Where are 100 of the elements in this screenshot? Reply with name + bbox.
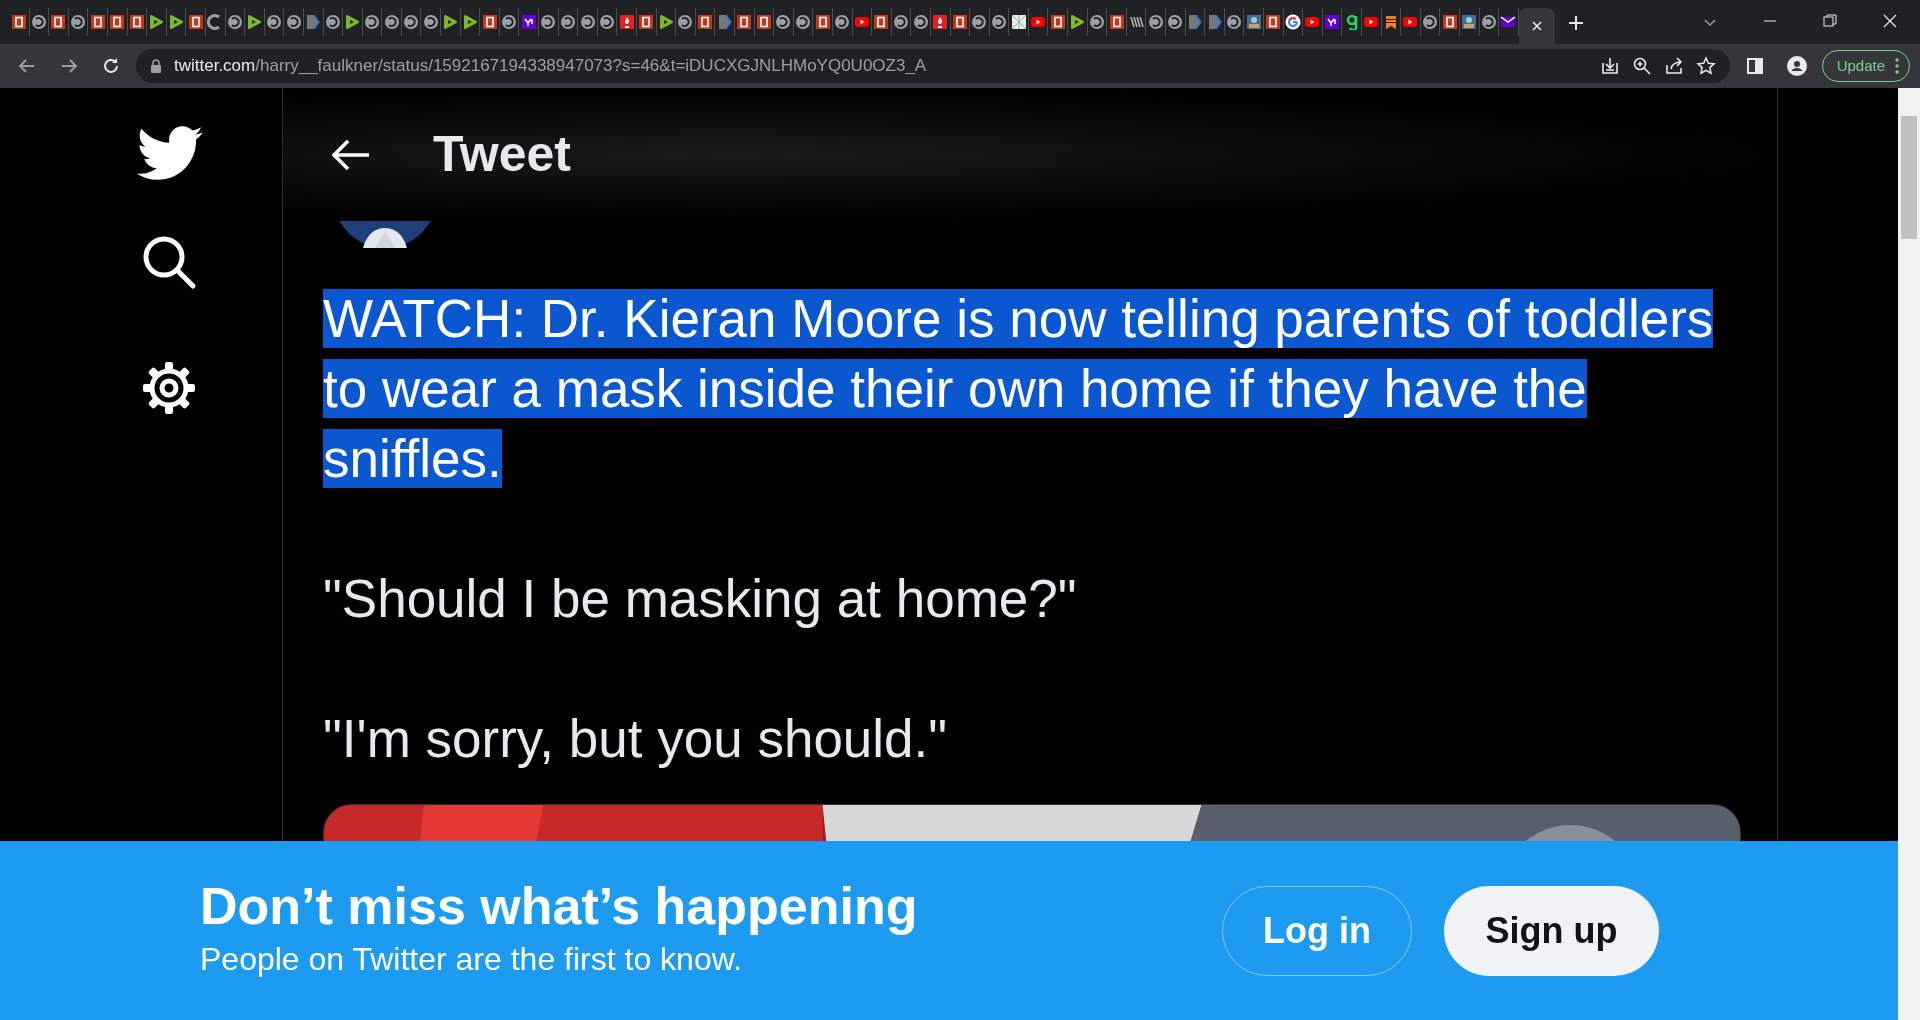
globe-icon [1422,14,1439,30]
close-icon[interactable] [1530,20,1543,32]
browser-tab[interactable] [49,8,69,36]
side-panel-icon[interactable] [1744,56,1765,76]
signup-button[interactable]: Sign up [1444,885,1659,976]
browser-tab[interactable] [1166,8,1186,36]
browser-tab[interactable] [1244,8,1264,36]
zoom-icon[interactable] [1631,56,1652,76]
scrollbar-thumb[interactable] [1901,116,1917,239]
browser-tab[interactable] [1068,8,1088,36]
browser-tab[interactable] [519,8,540,36]
browser-tab[interactable] [970,8,990,36]
browser-tab[interactable] [88,8,108,36]
browser-tab[interactable] [1322,8,1343,36]
logo-icon [50,14,67,30]
video-icon [1030,14,1047,30]
logo-icon [755,14,772,30]
browser-tab[interactable] [1420,8,1441,36]
browser-tab[interactable] [1009,8,1029,36]
browser-tab[interactable] [480,8,500,36]
browser-tab[interactable] [578,8,598,36]
browser-tab[interactable] [1107,8,1127,36]
more-icon[interactable] [1895,58,1899,74]
browser-tab[interactable] [382,8,402,36]
logo-icon [736,14,753,30]
browser-tab[interactable] [695,8,716,36]
browser-tab[interactable] [68,8,89,36]
profile-icon[interactable] [1786,56,1807,76]
browser-tab[interactable] [1401,8,1421,36]
chevron-icon [1186,14,1203,30]
browser-tab[interactable] [401,8,422,36]
browser-tab[interactable] [186,8,206,36]
logo-icon [128,14,145,30]
browser-tab[interactable] [872,8,892,36]
browser-tab[interactable] [676,8,696,36]
browser-tab[interactable] [637,8,657,36]
browser-tab[interactable] [362,8,383,36]
logo-icon [638,14,655,30]
browser-tab[interactable] [245,8,265,36]
browser-tab[interactable] [1264,8,1284,36]
search-icon[interactable] [141,234,197,290]
browser-tab[interactable] [1518,8,1555,44]
tweet-text: "I'm sorry, but you should." [323,708,949,770]
browser-tab[interactable] [1499,8,1519,36]
browser-tab[interactable] [1087,8,1108,36]
browser-tab[interactable] [793,8,814,36]
browser-tab[interactable] [754,8,775,36]
logo-icon [187,14,204,30]
browser-tab[interactable] [930,8,951,36]
browser-tab[interactable] [911,8,931,36]
browser-tab[interactable] [1048,8,1069,36]
browser-tab[interactable] [441,8,461,36]
back-arrow-icon[interactable] [331,137,371,172]
browser-tab[interactable] [950,8,971,36]
globe-icon [775,14,792,30]
browser-tab[interactable] [832,8,853,36]
globe-icon [559,14,576,30]
browser-tab[interactable] [558,8,579,36]
play-icon [246,14,263,30]
settings-icon[interactable] [141,360,197,416]
browser-tab[interactable] [539,8,559,36]
browser-tab[interactable] [1283,8,1304,36]
star-icon[interactable] [1695,56,1716,76]
share-icon[interactable] [1663,56,1684,76]
browser-tab[interactable] [205,8,226,36]
browser-tab[interactable] [127,8,148,36]
close-icon[interactable] [1883,14,1897,28]
reload-icon[interactable] [101,56,121,76]
browser-tab[interactable] [343,8,363,36]
browser-tab[interactable] [891,8,912,36]
browser-tab[interactable] [597,8,618,36]
lock-icon[interactable] [150,59,162,73]
browser-tab[interactable] [989,8,1010,36]
browser-tab[interactable] [1440,8,1460,36]
browser-tab[interactable] [421,8,442,36]
browser-tab[interactable] [264,8,285,36]
plus-icon[interactable] [1566,13,1585,32]
restore-icon[interactable] [1823,14,1837,28]
browser-tab[interactable] [225,8,246,36]
browser-tab[interactable] [284,8,304,36]
globe-icon [1147,14,1164,30]
browser-tab[interactable] [499,8,520,36]
browser-tab[interactable] [107,8,128,36]
browser-tab[interactable] [1479,8,1500,36]
browser-tab[interactable] [734,8,755,36]
browser-tab[interactable] [774,8,794,36]
logo-icon [814,14,831,30]
install-icon[interactable] [1599,56,1620,76]
browser-tab[interactable] [29,8,50,36]
browser-tab[interactable] [813,8,833,36]
browser-tab[interactable] [147,8,167,36]
browser-tab[interactable] [1146,8,1167,36]
logo-icon [1108,14,1125,30]
browser-tab[interactable] [1459,8,1480,36]
browser-tab[interactable] [323,8,344,36]
globe-icon [30,14,47,30]
browser-tab[interactable] [1224,8,1245,36]
browser-tab[interactable] [10,8,30,36]
browser-tab[interactable] [1303,8,1323,36]
browser-tab[interactable] [617,8,637,36]
